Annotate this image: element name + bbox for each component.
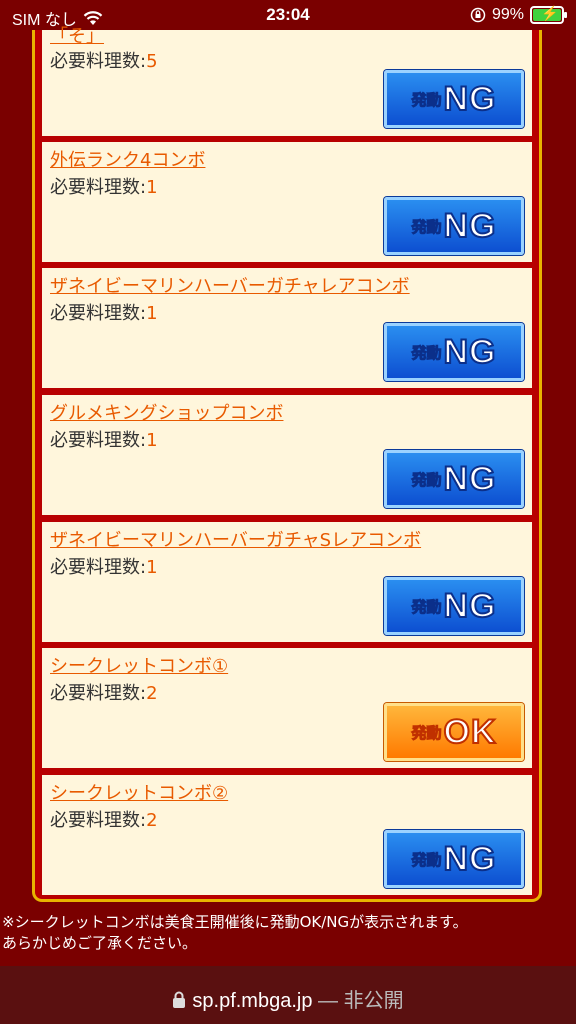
combo-title-link[interactable]: ザネイビーマリンハーバーガチャレアコンボ xyxy=(50,272,410,298)
badge-prefix: 発動 xyxy=(411,217,442,236)
activation-ng-badge: 発動 NG xyxy=(384,70,524,128)
combo-item: ザネイビーマリンハーバーガチャレアコンボ 必要料理数:1 発動 NG xyxy=(42,268,532,388)
activation-ng-badge: 発動 NG xyxy=(384,197,524,255)
required-label: 必要料理数: xyxy=(50,177,147,198)
required-count: 1 xyxy=(146,430,158,451)
combo-title-link[interactable]: グルメキングショップコンボ xyxy=(50,399,283,425)
combo-title-link[interactable]: 外伝ランク4コンボ xyxy=(50,146,205,172)
required-label: 必要料理数: xyxy=(50,51,147,72)
secret-combo-note: ※シークレットコンボは美食王開催後に発動OK/NGが表示されます。 あらかじめご… xyxy=(2,912,574,954)
required-dishes: 必要料理数:2 xyxy=(50,679,158,705)
badge-status: NG xyxy=(443,206,497,246)
badge-prefix: 発動 xyxy=(411,470,442,489)
status-right: 99% ⚡ xyxy=(470,5,567,24)
badge-status: NG xyxy=(443,459,497,499)
activation-ng-badge: 発動 NG xyxy=(384,450,524,508)
activation-ok-badge: 発動 OK xyxy=(384,703,524,761)
badge-status: NG xyxy=(443,79,497,119)
badge-status: NG xyxy=(443,586,497,626)
url-visibility: — 非公開 xyxy=(318,990,404,1012)
required-label: 必要料理数: xyxy=(50,303,147,324)
orientation-lock-icon xyxy=(470,7,486,23)
badge-prefix: 発動 xyxy=(411,90,442,109)
required-count: 5 xyxy=(146,51,158,72)
required-dishes: 必要料理数:2 xyxy=(50,806,158,832)
combo-panel: 「そ」 必要料理数:5 発動 NG 外伝ランク4コンボ 必要料理数:1 発動 NG … xyxy=(32,26,542,902)
combo-item: 外伝ランク4コンボ 必要料理数:1 発動 NG xyxy=(42,142,532,262)
battery-icon: ⚡ xyxy=(530,5,567,24)
badge-prefix: 発動 xyxy=(411,723,442,742)
combo-item: シークレットコンボ① 必要料理数:2 発動 OK xyxy=(42,648,532,768)
lock-icon xyxy=(173,991,186,1008)
required-dishes: 必要料理数:1 xyxy=(50,173,158,199)
combo-title-link[interactable]: シークレットコンボ① xyxy=(50,652,228,678)
activation-ng-badge: 発動 NG xyxy=(384,577,524,635)
required-dishes: 必要料理数:5 xyxy=(50,47,158,73)
note-line-1: ※シークレットコンボは美食王開催後に発動OK/NGが表示されます。 xyxy=(2,913,468,931)
badge-prefix: 発動 xyxy=(411,850,442,869)
required-label: 必要料理数: xyxy=(50,430,147,451)
required-label: 必要料理数: xyxy=(50,557,147,578)
required-dishes: 必要料理数:1 xyxy=(50,553,158,579)
required-count: 2 xyxy=(146,683,158,704)
address-bar-content: sp.pf.mbga.jp — 非公開 xyxy=(0,984,576,1013)
combo-item: シークレットコンボ② 必要料理数:2 発動 NG xyxy=(42,775,532,895)
required-count: 1 xyxy=(146,557,158,578)
address-bar[interactable]: sp.pf.mbga.jp — 非公開 xyxy=(0,966,576,1024)
activation-ng-badge: 発動 NG xyxy=(384,323,524,381)
badge-prefix: 発動 xyxy=(411,343,442,362)
combo-title-link[interactable]: シークレットコンボ② xyxy=(50,779,228,805)
url-domain: sp.pf.mbga.jp xyxy=(192,990,313,1012)
required-label: 必要料理数: xyxy=(50,683,147,704)
required-count: 1 xyxy=(146,303,158,324)
combo-item: ザネイビーマリンハーバーガチャSレアコンボ 必要料理数:1 発動 NG xyxy=(42,522,532,642)
required-count: 2 xyxy=(146,810,158,831)
battery-percent: 99% xyxy=(491,6,524,23)
badge-prefix: 発動 xyxy=(411,597,442,616)
required-dishes: 必要料理数:1 xyxy=(50,299,158,325)
activation-ng-badge: 発動 NG xyxy=(384,830,524,888)
badge-status: OK xyxy=(443,712,497,752)
badge-status: NG xyxy=(443,839,497,879)
badge-status: NG xyxy=(443,332,497,372)
combo-item: グルメキングショップコンボ 必要料理数:1 発動 NG xyxy=(42,395,532,515)
required-count: 1 xyxy=(146,177,158,198)
combo-title-link[interactable]: 「そ」 xyxy=(50,22,104,48)
note-line-2: あらかじめご了承ください。 xyxy=(2,934,198,952)
combo-title-link[interactable]: ザネイビーマリンハーバーガチャSレアコンボ xyxy=(50,526,421,552)
combo-item: 「そ」 必要料理数:5 発動 NG xyxy=(42,26,532,136)
required-label: 必要料理数: xyxy=(50,810,147,831)
required-dishes: 必要料理数:1 xyxy=(50,426,158,452)
